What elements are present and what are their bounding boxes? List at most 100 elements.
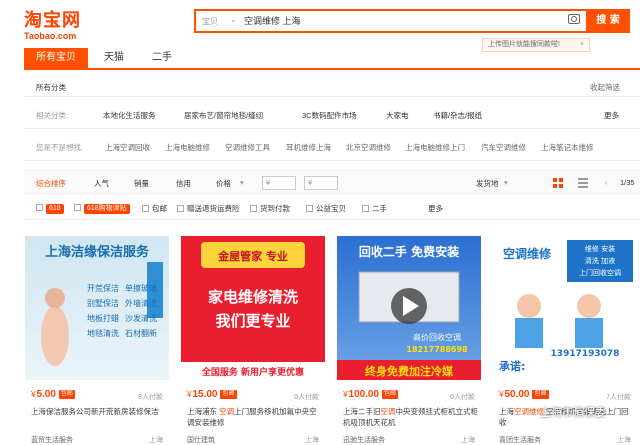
product-image-title: 上海洁缘保洁服务 [45,244,150,260]
svg-text:承诺:: 承诺: [499,359,525,373]
img-line: 单擦玻璃 [125,283,157,293]
related-row: 您是不是想找: 上海空调回收 上海电脑维修 空调维修工具 耳机维修上海 北京空调… [24,133,640,161]
img-line: 地板打蜡 [87,313,119,323]
category-more[interactable]: 更多 [604,110,619,121]
related-item[interactable]: 上海电脑维修 [165,142,210,153]
page-indicator: 1/35 [620,178,635,187]
breadcrumb: 所有分类 收起筛选 [24,75,640,97]
product-card[interactable]: 金屋管家 专业 家电维修清洗 我们更专业 全国服务 新用户享更优惠 ¥15.00… [181,236,325,444]
sort-popularity[interactable]: 人气 [94,178,109,189]
checkbox-charity[interactable]: 公益宝贝 [306,203,346,214]
checkbox-618[interactable]: 618 [36,203,64,214]
prev-page-icon[interactable]: ‹ [605,178,608,187]
svg-text:13917193078: 13917193078 [551,349,620,359]
category-row: 相关分类: 本地化生活服务 居家布艺/窗帘地毯/缝纫 3C数码配件市场 大家电 … [24,101,640,129]
logo-text: 淘宝网 [24,10,81,31]
buyer-count: 8人付款 [138,394,163,401]
svg-text:金屋管家 专业: 金屋管家 专业 [217,249,288,263]
svg-text:我们更专业: 我们更专业 [215,312,290,330]
svg-text:上门回收空调: 上门回收空调 [579,268,621,277]
img-line: 开荒保洁 [87,283,119,293]
category-item[interactable]: 本地化生活服务 [103,110,156,121]
price-to-input[interactable]: ¥ [304,176,338,190]
img-line: 石材翻新 [125,328,157,338]
buyer-count: 0人付款 [450,394,475,401]
search-tabs: 所有宝贝 天猫 二手 [24,48,640,70]
sort-credit[interactable]: 信用 [176,178,191,189]
related-label: 您是不是想找: [36,143,84,152]
img-line: 外墙清洗 [125,298,157,308]
service-filters: 618 618购物津贴 包邮 赠送退货运费险 货到付款 公益宝贝 二手 更多 [24,196,640,220]
product-image[interactable]: 金屋管家 专业 家电维修清洗 我们更专业 全国服务 新用户享更优惠 [181,236,325,380]
product-price: ¥15.00 包邮 [187,389,237,400]
ship-from-select[interactable]: 发货地 [476,178,499,189]
product-card[interactable]: 上海洁缘保洁服务 开荒保洁 单擦玻璃 别墅保洁 外墙清洗 地板打蜡 沙发清洗 地… [25,236,169,444]
checkbox-cod[interactable]: 货到付款 [250,203,290,214]
tab-tmall[interactable]: 天猫 [104,48,124,68]
search-button[interactable]: 搜 索 [586,9,630,33]
search-input[interactable] [244,15,524,25]
grid-view-icon[interactable] [553,178,563,188]
svg-text:高价回收空调: 高价回收空调 [413,332,461,342]
taobao-logo[interactable]: 淘宝网 Taobao.com [24,6,81,41]
product-price: ¥50.00 包邮 [499,389,549,400]
category-item[interactable]: 大家电 [386,110,409,121]
product-card[interactable]: 回收二手 免费安装 高价回收空调 18217788698 终身免费加注冷媒 ¥1… [337,236,481,444]
collapse-filter-button[interactable]: 收起筛选 [590,82,620,93]
category-item[interactable]: 3C数码配件市场 [302,110,357,121]
svg-text:18217788698: 18217788698 [406,345,468,354]
list-view-icon[interactable] [578,178,588,188]
product-title[interactable]: 上海二手旧空调中央变频挂式柜机立式柜机吸顶机天花机 [343,406,479,428]
related-item[interactable]: 北京空调维修 [346,142,391,153]
category-label: 相关分类: [36,111,69,120]
more-filters[interactable]: 更多 [428,203,443,214]
svg-text:维修 安装: 维修 安装 [585,244,615,253]
price-from-input[interactable]: ¥ [262,176,296,190]
product-image[interactable]: 回收二手 免费安装 高价回收空调 18217788698 终身免费加注冷媒 [337,236,481,380]
svg-text:家电维修清洗: 家电维修清洗 [208,288,298,306]
checkbox-free-shipping[interactable]: 包邮 [142,203,167,214]
search-box: 宝贝 ⌄ [194,9,586,33]
related-item[interactable]: 上海笔记本维修 [541,142,594,153]
badge-618-allowance: 618购物津贴 [84,204,130,214]
sort-price[interactable]: 价格 [216,178,231,189]
category-item[interactable]: 居家布艺/窗帘地毯/缝纫 [184,110,263,121]
sort-sales[interactable]: 销量 [134,178,149,189]
sort-default[interactable]: 综合排序 [36,178,66,189]
related-item[interactable]: 上海电脑维修上门 [405,142,465,153]
product-image[interactable]: 上海洁缘保洁服务 开荒保洁 单擦玻璃 别墅保洁 外墙清洗 地板打蜡 沙发清洗 地… [25,236,169,380]
related-item[interactable]: 耳机维修上海 [286,142,331,153]
related-item[interactable]: 上海空调回收 [105,142,150,153]
checkbox-secondhand[interactable]: 二手 [362,203,387,214]
img-line: 沙发清洗 [125,313,157,323]
product-title[interactable]: 上海保洁服务公司新开荒新房装修保洁 [31,406,167,417]
product-image[interactable]: 空调维修 维修 安装 清洗 加液 上门回收空调 承诺: 13917193078 [493,236,637,380]
logo-subtext: Taobao.com [24,31,77,41]
tip-text: 上传图片就能搜同款啦! [488,41,560,48]
product-title[interactable]: 上海浦东 空调上门服务移机加氟中央空调安装维修 [187,406,323,428]
tab-secondhand[interactable]: 二手 [152,48,172,68]
tab-all[interactable]: 所有宝贝 [24,48,88,68]
category-item[interactable]: 书籍/杂志/报纸 [433,110,482,121]
checkbox-return-insurance[interactable]: 赠送退货运费险 [177,203,240,214]
chevron-down-icon[interactable]: ⌄ [230,15,237,24]
buyer-count: 7人付款 [606,394,631,401]
chevron-down-icon[interactable]: ▾ [504,178,508,187]
checkbox-618-allowance[interactable]: 618购物津贴 [74,203,130,214]
search-type-select[interactable]: 宝贝 [202,16,218,27]
sort-bar: 综合排序 人气 销量 信用 价格 ▾ ¥ - ¥ 发货地 ▾ ‹ 1/35 › [24,170,640,194]
header: 淘宝网 Taobao.com 宝贝 ⌄ 搜 索 上传图片就能搜同款啦! × [0,0,640,52]
breadcrumb-all[interactable]: 所有分类 [36,82,66,93]
buyer-count: 0人付款 [294,394,319,401]
svg-text:全国服务 新用户享更优惠: 全国服务 新用户享更优惠 [201,366,304,378]
svg-text:清洗 加液: 清洗 加液 [585,256,615,265]
img-line: 别墅保洁 [87,298,119,308]
related-item[interactable]: 空调维修工具 [225,142,270,153]
watermark: 上海市消保委 [540,406,606,419]
svg-text:回收二手 免费安装: 回收二手 免费安装 [359,244,459,259]
related-item[interactable]: 汽车空调维修 [481,142,526,153]
svg-text:终身免费加注冷媒: 终身免费加注冷媒 [365,364,454,378]
camera-icon[interactable] [568,14,580,24]
chevron-down-icon[interactable]: ▾ [240,178,244,187]
product-price: ¥5.00 包邮 [31,389,75,400]
